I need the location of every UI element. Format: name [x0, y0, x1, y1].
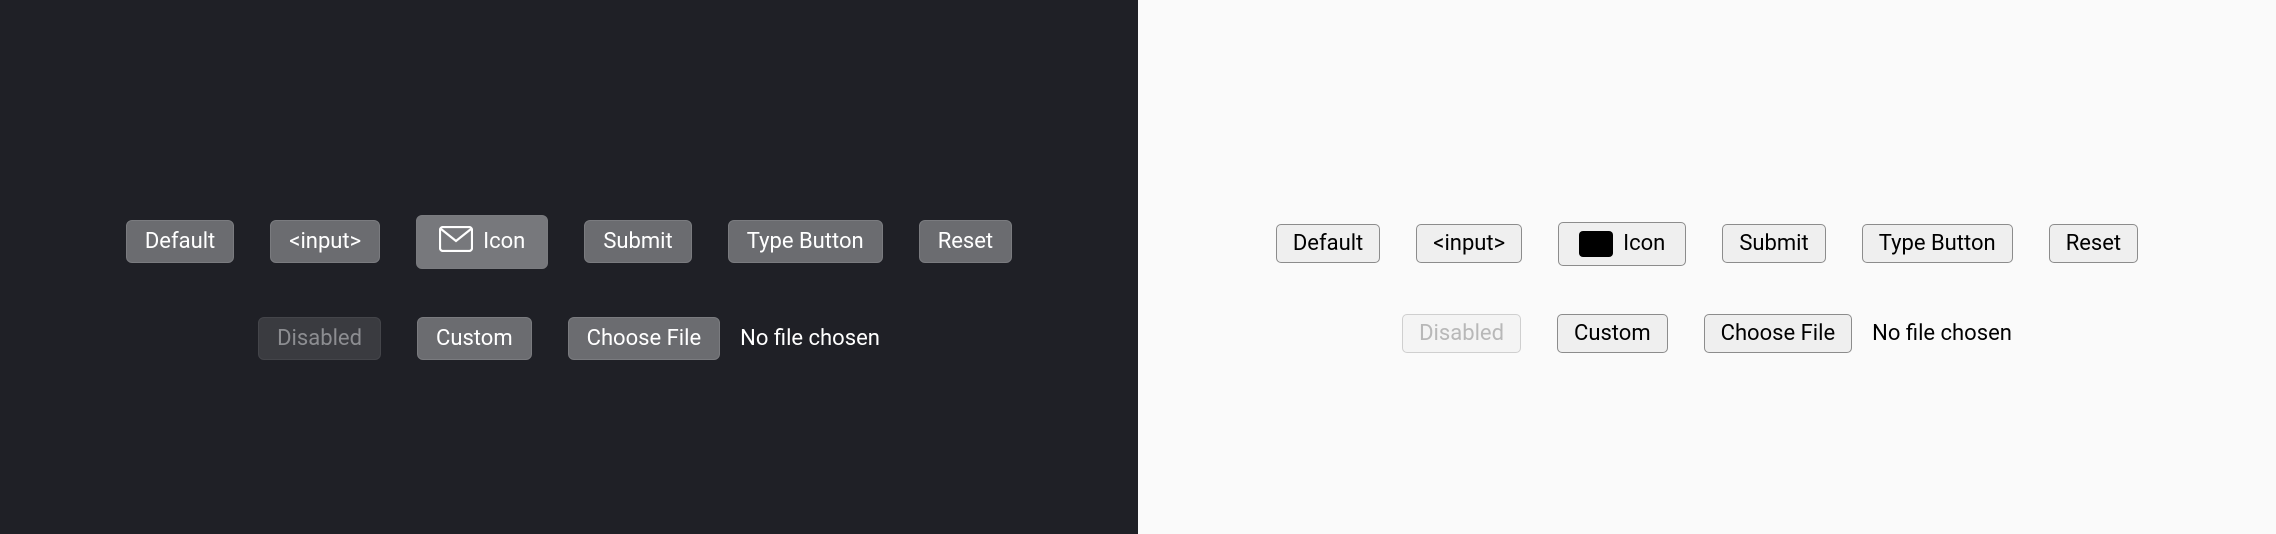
default-button[interactable]: Default — [126, 220, 234, 263]
light-row-2: Disabled Custom Choose File No file chos… — [1402, 314, 2012, 353]
type-button[interactable]: Type Button — [728, 220, 883, 263]
file-status-label: No file chosen — [1872, 321, 2012, 346]
submit-button[interactable]: Submit — [1722, 224, 1825, 263]
choose-file-button[interactable]: Choose File — [1704, 314, 1853, 353]
dark-row-1: Default <input> Icon Submit Type Button … — [126, 215, 1012, 269]
submit-button[interactable]: Submit — [584, 220, 691, 263]
reset-button[interactable]: Reset — [919, 220, 1012, 263]
placeholder-icon — [1579, 231, 1613, 257]
disabled-button: Disabled — [1402, 314, 1521, 353]
type-button[interactable]: Type Button — [1862, 224, 2013, 263]
dark-row-2: Disabled Custom Choose File No file chos… — [258, 317, 880, 360]
reset-button[interactable]: Reset — [2049, 224, 2138, 263]
default-button[interactable]: Default — [1276, 224, 1380, 263]
icon-button-label: Icon — [1623, 231, 1665, 256]
light-panel: Default <input> Icon Submit Type Button … — [1138, 0, 2276, 534]
disabled-button: Disabled — [258, 317, 381, 360]
custom-button[interactable]: Custom — [1557, 314, 1668, 353]
input-button[interactable]: <input> — [1416, 224, 1522, 263]
icon-button[interactable]: Icon — [416, 215, 548, 269]
file-status-label: No file chosen — [740, 326, 880, 351]
dark-panel: Default <input> Icon Submit Type Button … — [0, 0, 1138, 534]
choose-file-button[interactable]: Choose File — [568, 317, 721, 360]
input-button[interactable]: <input> — [270, 220, 380, 263]
icon-button-label: Icon — [483, 229, 525, 254]
icon-button[interactable]: Icon — [1558, 222, 1686, 266]
light-row-1: Default <input> Icon Submit Type Button … — [1276, 222, 2138, 266]
custom-button[interactable]: Custom — [417, 317, 532, 360]
envelope-icon — [439, 226, 473, 258]
